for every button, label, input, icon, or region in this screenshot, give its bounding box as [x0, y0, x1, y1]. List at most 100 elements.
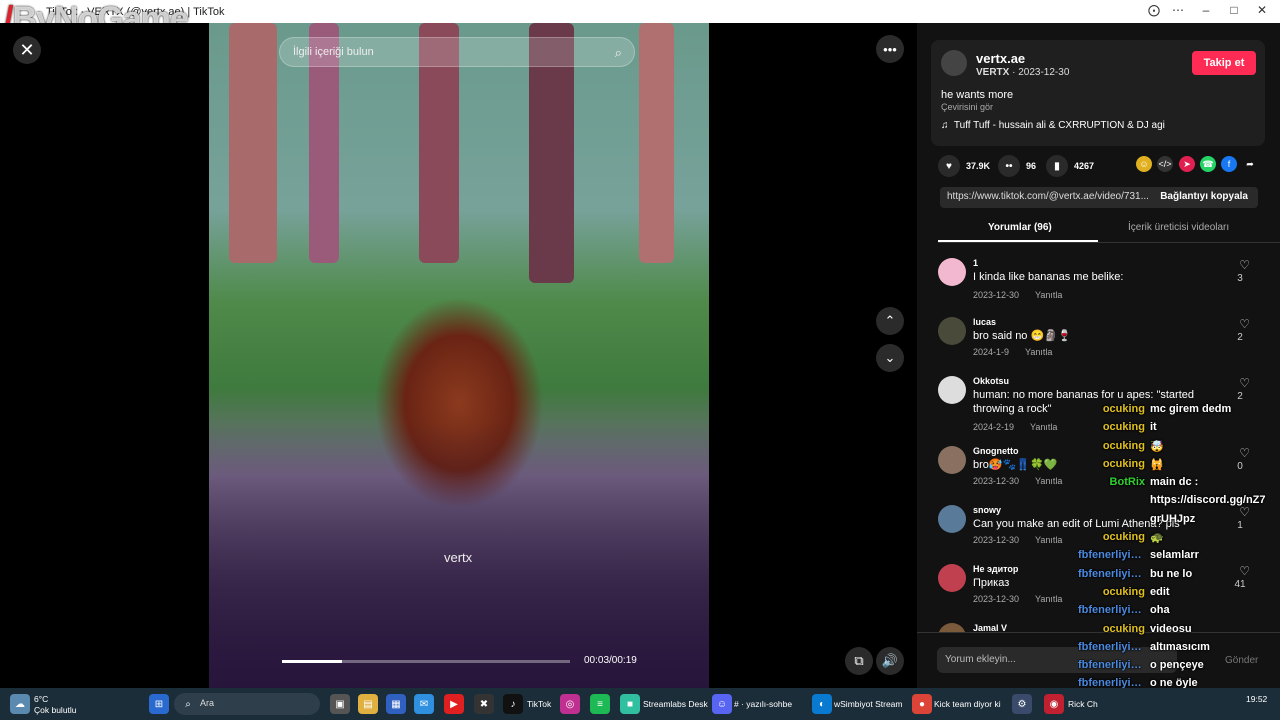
- whatsapp-share-icon[interactable]: ☎: [1200, 156, 1216, 172]
- commenter-name[interactable]: 1: [973, 258, 978, 268]
- commenter-avatar[interactable]: [938, 376, 966, 404]
- chat-text: videosu: [1150, 622, 1192, 635]
- video-link-url[interactable]: https://www.tiktok.com/@vertx.ae/video/7…: [947, 191, 1149, 202]
- maximize-button[interactable]: □: [1220, 3, 1248, 17]
- like-stat[interactable]: ♥ 37.9K: [938, 155, 990, 177]
- taskbar-app-discord[interactable]: # · yazılı-sohbe: [734, 699, 792, 709]
- taskbar-app-rick[interactable]: Rick Ch: [1068, 699, 1098, 709]
- chat-nick: [1078, 494, 1150, 512]
- vpn-icon[interactable]: ⚙: [1012, 694, 1032, 714]
- comment-meta: 2024-1-9 Yanıtla: [973, 347, 1052, 357]
- follow-button[interactable]: Takip et: [1192, 51, 1256, 75]
- save-stat[interactable]: ▮ 4267: [1046, 155, 1094, 177]
- commenter-avatar[interactable]: [938, 505, 966, 533]
- comment-stat[interactable]: •• 96: [998, 155, 1036, 177]
- chat-message: ocuking it: [1078, 421, 1278, 439]
- taskbar-app-streamlabs[interactable]: Streamlabs Desk: [643, 699, 708, 709]
- author-username[interactable]: vertx.ae: [976, 51, 1025, 66]
- spotify-icon[interactable]: ≡: [590, 694, 610, 714]
- heart-icon[interactable]: ♡: [1239, 376, 1250, 390]
- comment-item: lucas bro said no 😁🗿🍷 2024-1-9 Yanıtla ♡ 2: [938, 317, 1258, 372]
- youtube-icon[interactable]: ▶: [444, 694, 464, 714]
- copy-link-button[interactable]: Bağlantıyı kopyala: [1160, 191, 1248, 202]
- close-video-button[interactable]: ✕: [13, 36, 41, 64]
- chat-nick: BotRix: [1109, 476, 1145, 489]
- clock-time[interactable]: 19:52: [1246, 694, 1267, 704]
- reply-button[interactable]: Yanıtla: [1025, 347, 1052, 357]
- chat-nick: ocuking: [1102, 421, 1145, 434]
- translate-link[interactable]: Çevirisini gör: [941, 102, 993, 112]
- rick-app-icon[interactable]: ◉: [1044, 694, 1064, 714]
- chat-nick: [1078, 513, 1150, 531]
- weather-icon[interactable]: ☁: [10, 694, 30, 714]
- heart-icon[interactable]: ♡: [1239, 317, 1250, 331]
- commenter-name[interactable]: snowy: [973, 505, 1001, 515]
- chat-message: fbfenerliyiz... selamlarr: [1078, 549, 1278, 567]
- author-avatar[interactable]: [941, 50, 967, 76]
- more-options-button[interactable]: •••: [876, 35, 904, 63]
- video-player[interactable]: [209, 23, 709, 688]
- repost-share-icon[interactable]: ☺: [1136, 156, 1152, 172]
- commenter-avatar[interactable]: [938, 317, 966, 345]
- reply-button[interactable]: Yanıtla: [1035, 594, 1062, 604]
- commenter-name[interactable]: Okkotsu: [973, 376, 1009, 386]
- commenter-avatar[interactable]: [938, 258, 966, 286]
- commenter-name[interactable]: Gnognetto: [973, 446, 1019, 456]
- reply-button[interactable]: Yanıtla: [1035, 535, 1062, 545]
- chat-nick: fbfenerliyiz...: [1078, 549, 1146, 562]
- commenter-name[interactable]: Не эдитор: [973, 564, 1018, 574]
- chat-nick: ocuking: [1102, 403, 1145, 415]
- start-menu-icon[interactable]: ⊞: [149, 694, 169, 714]
- facebook-share-icon[interactable]: f: [1221, 156, 1237, 172]
- store-icon[interactable]: ▦: [386, 694, 406, 714]
- close-window-button[interactable]: ✕: [1248, 3, 1276, 17]
- task-view-icon[interactable]: ▣: [330, 694, 350, 714]
- commenter-avatar[interactable]: [938, 446, 966, 474]
- edge-icon[interactable]: ◐: [812, 694, 832, 714]
- comment-meta: 2024-2-19 Yanıtla: [973, 422, 1057, 432]
- discord-icon[interactable]: ☺: [712, 694, 732, 714]
- next-video-button[interactable]: ⌄: [876, 344, 904, 372]
- comment-date: 2023-12-30: [973, 476, 1020, 486]
- chat-message: ocuking 🙀: [1078, 458, 1278, 476]
- embed-share-icon[interactable]: </>: [1157, 156, 1173, 172]
- file-explorer-icon[interactable]: ▤: [358, 694, 378, 714]
- taskbar-app-tiktok[interactable]: TikTok: [527, 699, 551, 709]
- streamlabs-icon[interactable]: ■: [620, 694, 640, 714]
- heart-icon[interactable]: ♡: [1239, 258, 1250, 272]
- mail-icon[interactable]: ✉: [414, 694, 434, 714]
- search-icon: ⌕: [185, 698, 191, 710]
- stream-chat-overlay: ocuking mc girem dedm ocuking it ocuking 🤯 ocu…: [1078, 403, 1278, 714]
- video-progress-bar[interactable]: [282, 660, 570, 663]
- music-info[interactable]: ♫ Tuff Tuff - hussain ali & CXRRUPTION &…: [941, 120, 1165, 131]
- previous-video-button[interactable]: ⌃: [876, 307, 904, 335]
- commenter-name[interactable]: lucas: [973, 317, 996, 327]
- weather-desc: Çok bulutlu: [34, 705, 77, 715]
- reply-button[interactable]: Yanıtla: [1035, 290, 1062, 300]
- picture-in-picture-button[interactable]: ⧉: [845, 647, 873, 675]
- related-content-search[interactable]: İlgili içeriği bulun ⌕: [279, 37, 635, 67]
- comment-date: 2024-2-19: [973, 422, 1015, 432]
- tiktok-app-icon[interactable]: ♪: [503, 694, 523, 714]
- minimize-button[interactable]: –: [1192, 3, 1220, 17]
- search-icon[interactable]: ⌕: [615, 45, 622, 61]
- video-link-box: https://www.tiktok.com/@vertx.ae/video/7…: [940, 187, 1258, 208]
- chrome-icon[interactable]: ●: [912, 694, 932, 714]
- tab-creator-videos[interactable]: İçerik üreticisi videoları: [1128, 222, 1229, 233]
- chat-message: fbfenerliyiz... altımasıcım: [1078, 641, 1278, 659]
- instagram-icon[interactable]: ◎: [560, 694, 580, 714]
- reply-button[interactable]: Yanıtla: [1035, 476, 1062, 486]
- volume-button[interactable]: 🔊: [876, 647, 904, 675]
- taskbar-app-edge[interactable]: wSimbiyot Stream: [834, 699, 903, 709]
- commenter-avatar[interactable]: [938, 564, 966, 592]
- video-progress-fill: [282, 660, 343, 663]
- chat-nick: ocuking: [1102, 585, 1145, 598]
- taskbar-app-chrome[interactable]: Kick team diyor ki: [934, 699, 1001, 709]
- reply-button[interactable]: Yanıtla: [1030, 422, 1057, 432]
- capcut-icon[interactable]: ✖: [474, 694, 494, 714]
- send-share-icon[interactable]: ➤: [1179, 156, 1195, 172]
- tab-divider: [938, 242, 1280, 243]
- tab-comments[interactable]: Yorumlar (96): [988, 222, 1052, 233]
- more-share-icon[interactable]: ➦: [1242, 156, 1258, 172]
- more-menu-icon[interactable]: ⋯: [1164, 3, 1192, 17]
